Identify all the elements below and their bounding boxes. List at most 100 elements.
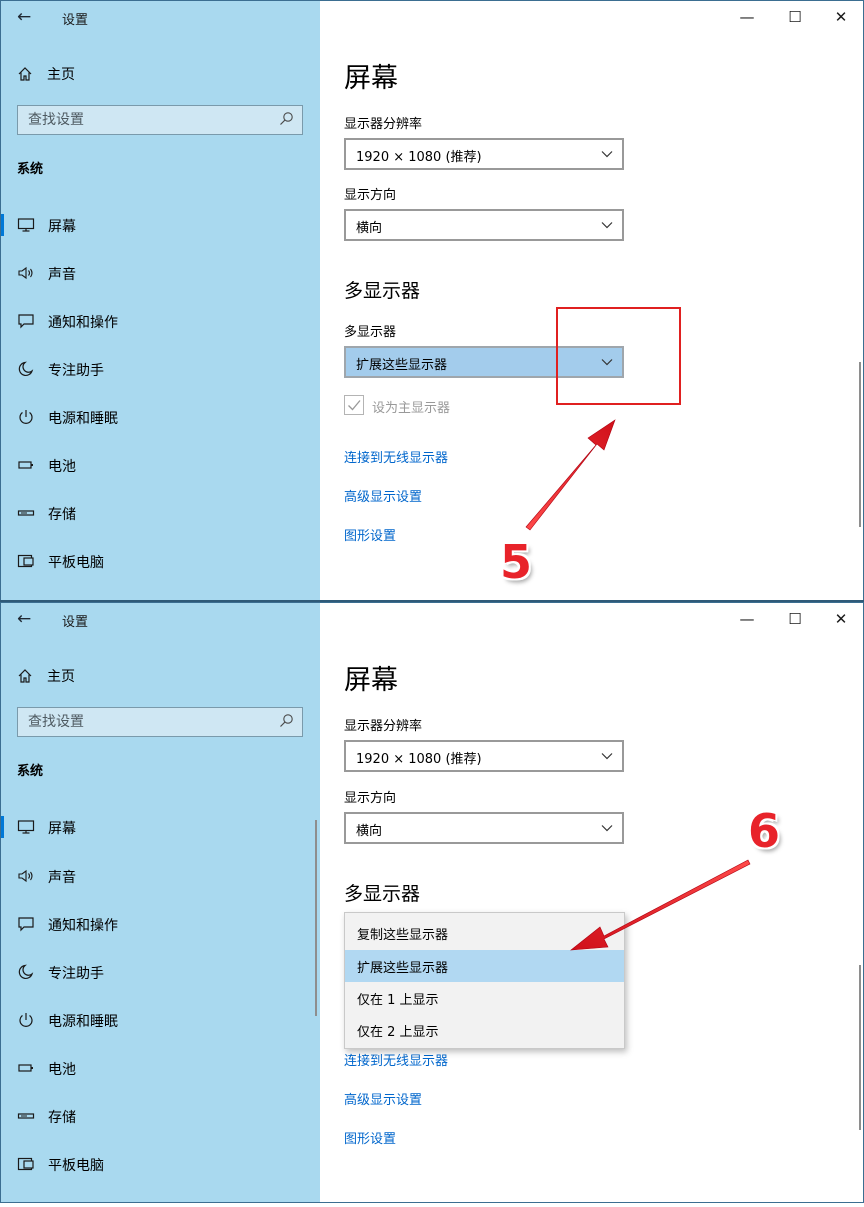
chevron-down-icon bbox=[601, 222, 613, 229]
orientation-dropdown[interactable]: 横向 bbox=[344, 812, 624, 844]
menu-item-extend[interactable]: 扩展这些显示器 bbox=[345, 950, 624, 982]
sidebar-scrollbar-thumb[interactable] bbox=[315, 820, 317, 1016]
back-arrow-icon[interactable]: ← bbox=[17, 7, 31, 27]
search-icon[interactable] bbox=[278, 111, 294, 127]
checkbox[interactable] bbox=[344, 395, 364, 415]
sidebar-item-focus-assist[interactable]: 专注助手 bbox=[0, 952, 320, 992]
sidebar-item-home[interactable]: 主页 bbox=[17, 665, 75, 687]
maximize-button[interactable]: ☐ bbox=[780, 4, 810, 30]
window-title: 设置 bbox=[62, 13, 89, 28]
sidebar-item-home[interactable]: 主页 bbox=[17, 63, 75, 85]
multi-display-options-menu[interactable]: 复制这些显示器 扩展这些显示器 仅在 1 上显示 仅在 2 上显示 bbox=[344, 912, 625, 1049]
sidebar-item-tablet[interactable]: 平板电脑 bbox=[0, 541, 320, 581]
minimize-button[interactable]: — bbox=[732, 4, 762, 30]
speaker-icon bbox=[18, 869, 33, 883]
sidebar-item-label: 存储 bbox=[48, 1110, 76, 1126]
monitor-icon bbox=[17, 820, 35, 834]
resolution-dropdown[interactable]: 1920 × 1080 (推荐) bbox=[344, 740, 624, 772]
sidebar-item-label: 通知和操作 bbox=[48, 918, 118, 934]
speaker-icon bbox=[18, 266, 33, 280]
chevron-down-icon bbox=[601, 753, 613, 760]
link-graphics-settings[interactable]: 图形设置 bbox=[344, 1128, 396, 1147]
tablet-icon bbox=[17, 554, 34, 568]
sidebar-item-display[interactable]: 屏幕 bbox=[0, 205, 320, 245]
message-icon bbox=[18, 314, 34, 329]
section-label-system: 系统 bbox=[17, 162, 44, 177]
orientation-value: 横向 bbox=[356, 824, 383, 839]
search-box[interactable] bbox=[17, 707, 303, 737]
menu-item-label: 扩展这些显示器 bbox=[357, 961, 449, 976]
sidebar: ← 设置 主页 系统 屏幕 声音 通知和操作 专注助手 bbox=[0, 602, 320, 1203]
sidebar-item-label: 专注助手 bbox=[48, 966, 104, 982]
resolution-value: 1920 × 1080 (推荐) bbox=[356, 752, 482, 767]
search-input[interactable] bbox=[18, 708, 268, 736]
sidebar-item-notifications[interactable]: 通知和操作 bbox=[0, 301, 320, 341]
storage-icon bbox=[17, 510, 35, 516]
battery-icon bbox=[18, 1064, 33, 1072]
sidebar-item-sound[interactable]: 声音 bbox=[0, 856, 320, 896]
main-content: 屏幕 显示器分辨率 1920 × 1080 (推荐) 显示方向 横向 多显示器 … bbox=[320, 0, 864, 601]
back-arrow-icon[interactable]: ← bbox=[17, 609, 31, 629]
menu-item-show-only-1[interactable]: 仅在 1 上显示 bbox=[345, 982, 624, 1014]
main-content: 屏幕 显示器分辨率 1920 × 1080 (推荐) 显示方向 横向 多显示器 … bbox=[320, 602, 864, 1203]
orientation-value: 横向 bbox=[356, 221, 383, 236]
maximize-button[interactable]: ☐ bbox=[780, 606, 810, 632]
multi-display-heading: 多显示器 bbox=[344, 280, 421, 302]
link-wireless-display[interactable]: 连接到无线显示器 bbox=[344, 447, 448, 466]
menu-item-label: 仅在 1 上显示 bbox=[357, 993, 439, 1008]
battery-icon bbox=[18, 461, 33, 469]
monitor-icon bbox=[17, 218, 35, 232]
link-wireless-display[interactable]: 连接到无线显示器 bbox=[344, 1050, 448, 1069]
sidebar-item-tablet[interactable]: 平板电脑 bbox=[0, 1144, 320, 1184]
search-input[interactable] bbox=[18, 106, 268, 134]
menu-item-show-only-2[interactable]: 仅在 2 上显示 bbox=[345, 1014, 624, 1046]
link-advanced-display[interactable]: 高级显示设置 bbox=[344, 1089, 422, 1108]
window-title: 设置 bbox=[62, 615, 89, 630]
step-number-6: 6 bbox=[748, 804, 781, 858]
orientation-label: 显示方向 bbox=[344, 791, 397, 806]
close-button[interactable]: ✕ bbox=[826, 4, 856, 30]
sidebar-item-label: 声音 bbox=[48, 870, 76, 886]
page-title: 屏幕 bbox=[344, 665, 398, 696]
menu-item-label: 复制这些显示器 bbox=[357, 928, 449, 943]
orientation-dropdown[interactable]: 横向 bbox=[344, 209, 624, 241]
minimize-button[interactable]: — bbox=[732, 606, 762, 632]
power-icon bbox=[19, 410, 33, 424]
search-icon[interactable] bbox=[278, 713, 294, 729]
scrollbar-thumb[interactable] bbox=[859, 965, 861, 1130]
sidebar-item-storage[interactable]: 存储 bbox=[0, 493, 320, 533]
search-box[interactable] bbox=[17, 105, 303, 135]
check-icon bbox=[348, 400, 361, 411]
sidebar-item-label: 声音 bbox=[48, 267, 76, 283]
sidebar-item-display[interactable]: 屏幕 bbox=[0, 807, 320, 847]
multi-display-label: 多显示器 bbox=[344, 325, 397, 340]
link-graphics-settings[interactable]: 图形设置 bbox=[344, 525, 396, 544]
home-label: 主页 bbox=[47, 669, 75, 685]
sidebar-item-power-sleep[interactable]: 电源和睡眠 bbox=[0, 1000, 320, 1040]
link-advanced-display[interactable]: 高级显示设置 bbox=[344, 486, 422, 505]
sidebar-item-power-sleep[interactable]: 电源和睡眠 bbox=[0, 397, 320, 437]
sidebar-item-storage[interactable]: 存储 bbox=[0, 1096, 320, 1136]
settings-window-step6: ← 设置 主页 系统 屏幕 声音 通知和操作 专注助手 bbox=[0, 602, 864, 1203]
resolution-label: 显示器分辨率 bbox=[344, 117, 423, 132]
sidebar-item-label: 电池 bbox=[48, 459, 76, 475]
multi-display-heading: 多显示器 bbox=[344, 883, 421, 905]
sidebar-item-notifications[interactable]: 通知和操作 bbox=[0, 904, 320, 944]
sidebar-item-battery[interactable]: 电池 bbox=[0, 1048, 320, 1088]
resolution-dropdown[interactable]: 1920 × 1080 (推荐) bbox=[344, 138, 624, 170]
scrollbar-thumb[interactable] bbox=[859, 362, 861, 527]
section-label-system: 系统 bbox=[17, 764, 44, 779]
power-icon bbox=[19, 1013, 33, 1027]
menu-item-duplicate[interactable]: 复制这些显示器 bbox=[345, 917, 624, 949]
sidebar-item-focus-assist[interactable]: 专注助手 bbox=[0, 349, 320, 389]
active-indicator bbox=[0, 816, 4, 838]
sidebar-item-battery[interactable]: 电池 bbox=[0, 445, 320, 485]
home-label: 主页 bbox=[47, 67, 75, 83]
sidebar-item-label: 电源和睡眠 bbox=[48, 411, 118, 427]
close-button[interactable]: ✕ bbox=[826, 606, 856, 632]
checkbox-label: 设为主显示器 bbox=[372, 401, 451, 416]
sidebar-item-sound[interactable]: 声音 bbox=[0, 253, 320, 293]
storage-icon bbox=[17, 1113, 35, 1119]
settings-window-step5: ← 设置 主页 系统 屏幕 声音 通知和操作 专注助手 bbox=[0, 0, 864, 601]
sidebar-item-label: 屏幕 bbox=[48, 821, 76, 837]
